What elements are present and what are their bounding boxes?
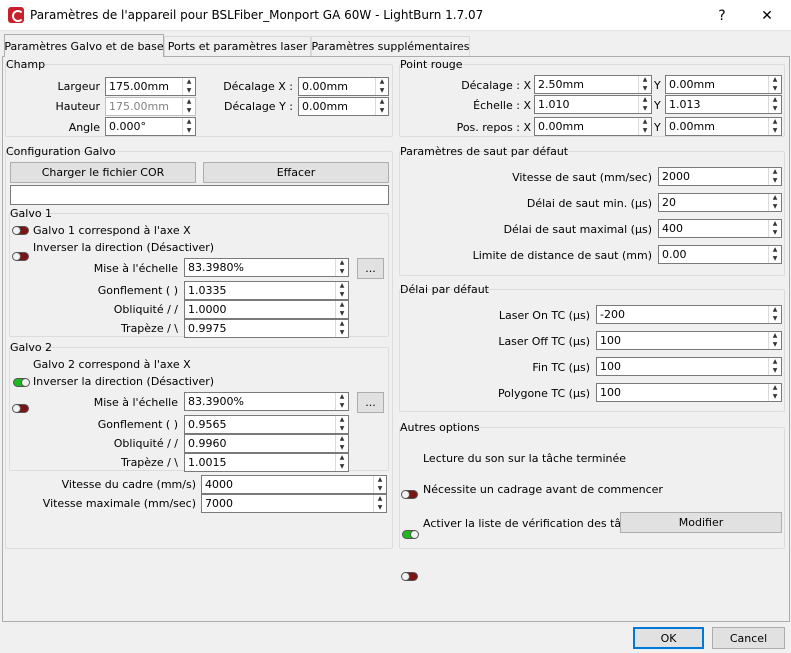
galvo1-more-button[interactable]: ... [357, 258, 384, 279]
galvo1-title: Galvo 1 [10, 207, 53, 220]
pr-decalage-y-spinbox[interactable]: 0.00mm ▲ ▼ [665, 75, 782, 94]
galvo1-scale-label: Mise à l'échelle [93, 262, 178, 275]
sound-toggle[interactable] [402, 490, 418, 499]
lightburn-logo-icon [8, 7, 24, 23]
galvo2-title: Galvo 2 [10, 341, 53, 354]
galvo1-axis-label: Galvo 1 correspond à l'axe X [33, 224, 191, 237]
galvo2-scale-spinbox[interactable]: 83.3900% ▲ ▼ [184, 392, 349, 411]
pr-y-label-2: Y [654, 99, 661, 112]
galvo2-bulge-spinbox[interactable]: 0.9565 ▲ ▼ [184, 415, 349, 434]
checklist-toggle[interactable] [402, 572, 418, 581]
modify-button[interactable]: Modifier [620, 512, 782, 533]
clear-cor-button[interactable]: Effacer [203, 162, 389, 183]
frame-required-toggle[interactable] [402, 530, 418, 539]
galvo1-invert-label: Inverser la direction (Désactiver) [33, 241, 215, 254]
galvo2-axis-toggle[interactable] [13, 378, 29, 387]
laser-off-spinbox[interactable]: 100 ▲ ▼ [596, 331, 782, 350]
laser-off-label: Laser Off TC (µs) [498, 335, 590, 348]
jump-max-label: Délai de saut maximal (µs) [503, 223, 652, 236]
hauteur-label: Hauteur [55, 100, 100, 113]
galvo1-skew-label: Obliquité / / [113, 303, 178, 316]
pr-y-label-3: Y [654, 121, 661, 134]
pr-pos-repos-label: Pos. repos : X [456, 121, 531, 134]
sound-label: Lecture du son sur la tâche terminée [423, 452, 627, 465]
close-icon[interactable]: ✕ [745, 0, 789, 31]
tab-galvo-base[interactable]: Paramètres Galvo et de base [4, 34, 164, 57]
window-title: Paramètres de l'appareil pour BSLFiber_M… [30, 8, 484, 22]
jump-limit-spinbox[interactable]: 0.00 ▲ ▼ [658, 245, 782, 264]
galvo2-skew-label: Obliquité / / [113, 437, 178, 450]
max-speed-label: Vitesse maximale (mm/sec) [42, 497, 196, 510]
jump-speed-spinbox[interactable]: 2000 ▲ ▼ [658, 167, 782, 186]
cor-path-field[interactable] [10, 185, 389, 205]
jump-min-label: Délai de saut min. (µs) [526, 197, 652, 210]
delay-title: Délai par défaut [400, 283, 489, 296]
polygon-tc-label: Polygone TC (µs) [497, 387, 590, 400]
galvo2-invert-label: Inverser la direction (Désactiver) [33, 375, 215, 388]
decalage-y-label: Décalage Y : [224, 100, 293, 113]
galvo2-skew-spinbox[interactable]: 0.9960 ▲ ▼ [184, 434, 349, 453]
frame-speed-spinbox[interactable]: 4000 ▲ ▼ [201, 475, 387, 494]
galvo2-trap-label: Trapèze / \ [120, 456, 178, 469]
pr-pos-y-spinbox[interactable]: 0.00mm ▲ ▼ [665, 117, 782, 136]
pr-echelle-y-spinbox[interactable]: 1.013 ▲ ▼ [665, 95, 782, 114]
galvo1-skew-spinbox[interactable]: 1.0000 ▲ ▼ [184, 300, 349, 319]
point-rouge-title: Point rouge [400, 58, 463, 71]
galvo2-scale-label: Mise à l'échelle [93, 396, 178, 409]
galvo1-bulge-label: Gonflement ( ) [97, 284, 178, 297]
galvo1-scale-spinbox[interactable]: 83.3980% ▲ ▼ [184, 258, 349, 277]
galvo1-invert-toggle[interactable] [13, 252, 29, 261]
laser-on-label: Laser On TC (µs) [498, 309, 590, 322]
frame-speed-label: Vitesse du cadre (mm/s) [61, 478, 196, 491]
angle-label: Angle [68, 121, 100, 134]
pr-decalage-x-spinbox[interactable]: 2.50mm ▲ ▼ [534, 75, 652, 94]
tab-ports-laser[interactable]: Ports et paramètres laser [164, 36, 311, 56]
champ-title: Champ [6, 58, 46, 71]
decalage-x-spinbox[interactable]: 0.00mm ▲ ▼ [298, 77, 389, 96]
other-options-title: Autres options [400, 421, 480, 434]
galvo1-trap-spinbox[interactable]: 0.9975 ▲ ▼ [184, 319, 349, 338]
jump-title: Paramètres de saut par défaut [400, 145, 569, 158]
jump-limit-label: Limite de distance de saut (mm) [472, 249, 652, 262]
galvo2-more-button[interactable]: ... [357, 392, 384, 413]
galvo2-bulge-label: Gonflement ( ) [97, 418, 178, 431]
pr-decalage-label: Décalage : X [461, 79, 531, 92]
galvo2-invert-toggle[interactable] [13, 404, 29, 413]
pr-pos-x-spinbox[interactable]: 0.00mm ▲ ▼ [534, 117, 652, 136]
ok-button[interactable]: OK [633, 627, 704, 649]
checklist-label: Activer la liste de vérification des tâc… [423, 517, 647, 530]
pr-y-label-1: Y [654, 79, 661, 92]
tab-extra-settings[interactable]: Paramètres supplémentaires [311, 36, 470, 56]
galvo2-axis-label: Galvo 2 correspond à l'axe X [33, 358, 191, 371]
laser-on-spinbox[interactable]: -200 ▲ ▼ [596, 305, 782, 324]
jump-max-spinbox[interactable]: 400 ▲ ▼ [658, 219, 782, 238]
decalage-y-spinbox[interactable]: 0.00mm ▲ ▼ [298, 97, 389, 116]
cancel-button[interactable]: Cancel [712, 627, 785, 649]
galvo1-trap-label: Trapèze / \ [120, 322, 178, 335]
pr-echelle-x-spinbox[interactable]: 1.010 ▲ ▼ [534, 95, 652, 114]
polygon-tc-spinbox[interactable]: 100 ▲ ▼ [596, 383, 782, 402]
frame-required-label: Nécessite un cadrage avant de commencer [423, 483, 663, 496]
max-speed-spinbox[interactable]: 7000 ▲ ▼ [201, 494, 387, 513]
hauteur-spinbox: 175.00mm ▲ ▼ [105, 97, 196, 116]
decalage-x-label: Décalage X : [223, 80, 293, 93]
help-button[interactable]: ? [700, 0, 744, 31]
largeur-label: Largeur [57, 80, 100, 93]
angle-spinbox[interactable]: 0.000° ▲ ▼ [105, 117, 196, 136]
galvo2-trap-spinbox[interactable]: 1.0015 ▲ ▼ [184, 453, 349, 472]
end-tc-label: Fin TC (µs) [532, 361, 590, 374]
galvo-config-title: Configuration Galvo [6, 145, 116, 158]
title-bar: Paramètres de l'appareil pour BSLFiber_M… [0, 0, 791, 31]
galvo1-bulge-spinbox[interactable]: 1.0335 ▲ ▼ [184, 281, 349, 300]
pr-echelle-label: Échelle : X [473, 99, 531, 112]
end-tc-spinbox[interactable]: 100 ▲ ▼ [596, 357, 782, 376]
load-cor-button[interactable]: Charger le fichier COR [10, 162, 196, 183]
jump-speed-label: Vitesse de saut (mm/sec) [512, 171, 652, 184]
galvo1-axis-toggle[interactable] [13, 226, 29, 235]
jump-min-spinbox[interactable]: 20 ▲ ▼ [658, 193, 782, 212]
largeur-spinbox[interactable]: 175.00mm ▲ ▼ [105, 77, 196, 96]
